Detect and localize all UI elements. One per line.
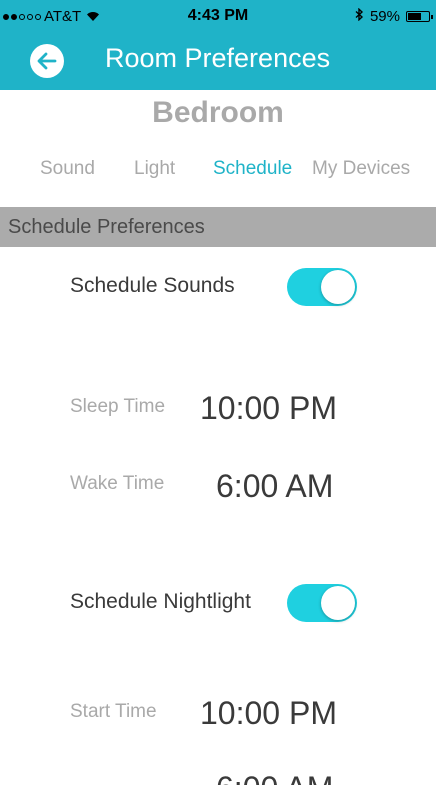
wake-time-value[interactable]: 6:00 AM: [216, 468, 333, 505]
start-time-label: Start Time: [70, 701, 157, 722]
wake-time-label: Wake Time: [70, 473, 165, 494]
arrow-left-icon: [37, 52, 57, 70]
schedule-sounds-label: Schedule Sounds: [70, 274, 235, 297]
room-preferences-screen: AT&T 4:43 PM 59% Room Preferences Bedroo…: [0, 0, 436, 785]
back-button[interactable]: [30, 44, 64, 78]
bluetooth-icon: [355, 7, 364, 25]
battery-icon: [406, 11, 433, 22]
schedule-nightlight-label: Schedule Nightlight: [70, 590, 251, 613]
tab-light[interactable]: Light: [134, 158, 175, 180]
battery-percent: 59%: [369, 8, 400, 25]
tab-bar: Sound Light Schedule My Devices: [0, 158, 436, 184]
sleep-time-label: Sleep Time: [70, 396, 166, 417]
toggle-knob: [321, 270, 355, 304]
status-bar: AT&T 4:43 PM 59%: [0, 0, 436, 34]
header: AT&T 4:43 PM 59% Room Preferences: [0, 0, 436, 90]
status-right: 59%: [355, 7, 433, 25]
toggle-knob: [321, 586, 355, 620]
start-time-value[interactable]: 10:00 PM: [200, 695, 337, 732]
tab-schedule[interactable]: Schedule: [213, 158, 292, 180]
room-name: Bedroom: [152, 96, 284, 129]
schedule-sounds-toggle[interactable]: [287, 268, 357, 306]
end-time-value[interactable]: 6:00 AM: [216, 770, 333, 785]
tab-sound[interactable]: Sound: [40, 158, 95, 180]
sleep-time-value[interactable]: 10:00 PM: [200, 390, 337, 427]
page-title: Room Preferences: [105, 43, 331, 73]
schedule-nightlight-toggle[interactable]: [287, 584, 357, 622]
tab-my-devices[interactable]: My Devices: [312, 158, 410, 180]
section-header: Schedule Preferences: [0, 207, 436, 247]
